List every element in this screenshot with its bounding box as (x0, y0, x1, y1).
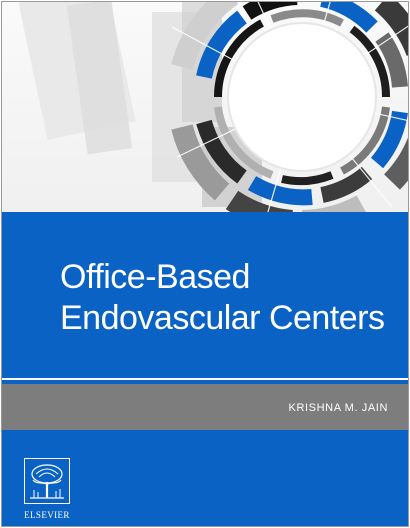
author-name: KRISHNA M. JAIN (288, 402, 388, 414)
publisher-band: ELSEVIER (2, 430, 408, 526)
book-cover: Office-Based Endovascular Centers KRISHN… (1, 1, 409, 527)
cover-artwork (2, 2, 408, 212)
book-title-line-1: Office-Based (60, 258, 250, 296)
publisher-name: ELSEVIER (24, 510, 70, 520)
book-title-line-2: Endovascular Centers (60, 299, 385, 337)
title-band: Office-Based Endovascular Centers (2, 212, 408, 378)
elsevier-tree-logo-icon (24, 458, 70, 504)
author-band: KRISHNA M. JAIN (2, 384, 408, 430)
radial-lens-icon (18, 2, 408, 212)
